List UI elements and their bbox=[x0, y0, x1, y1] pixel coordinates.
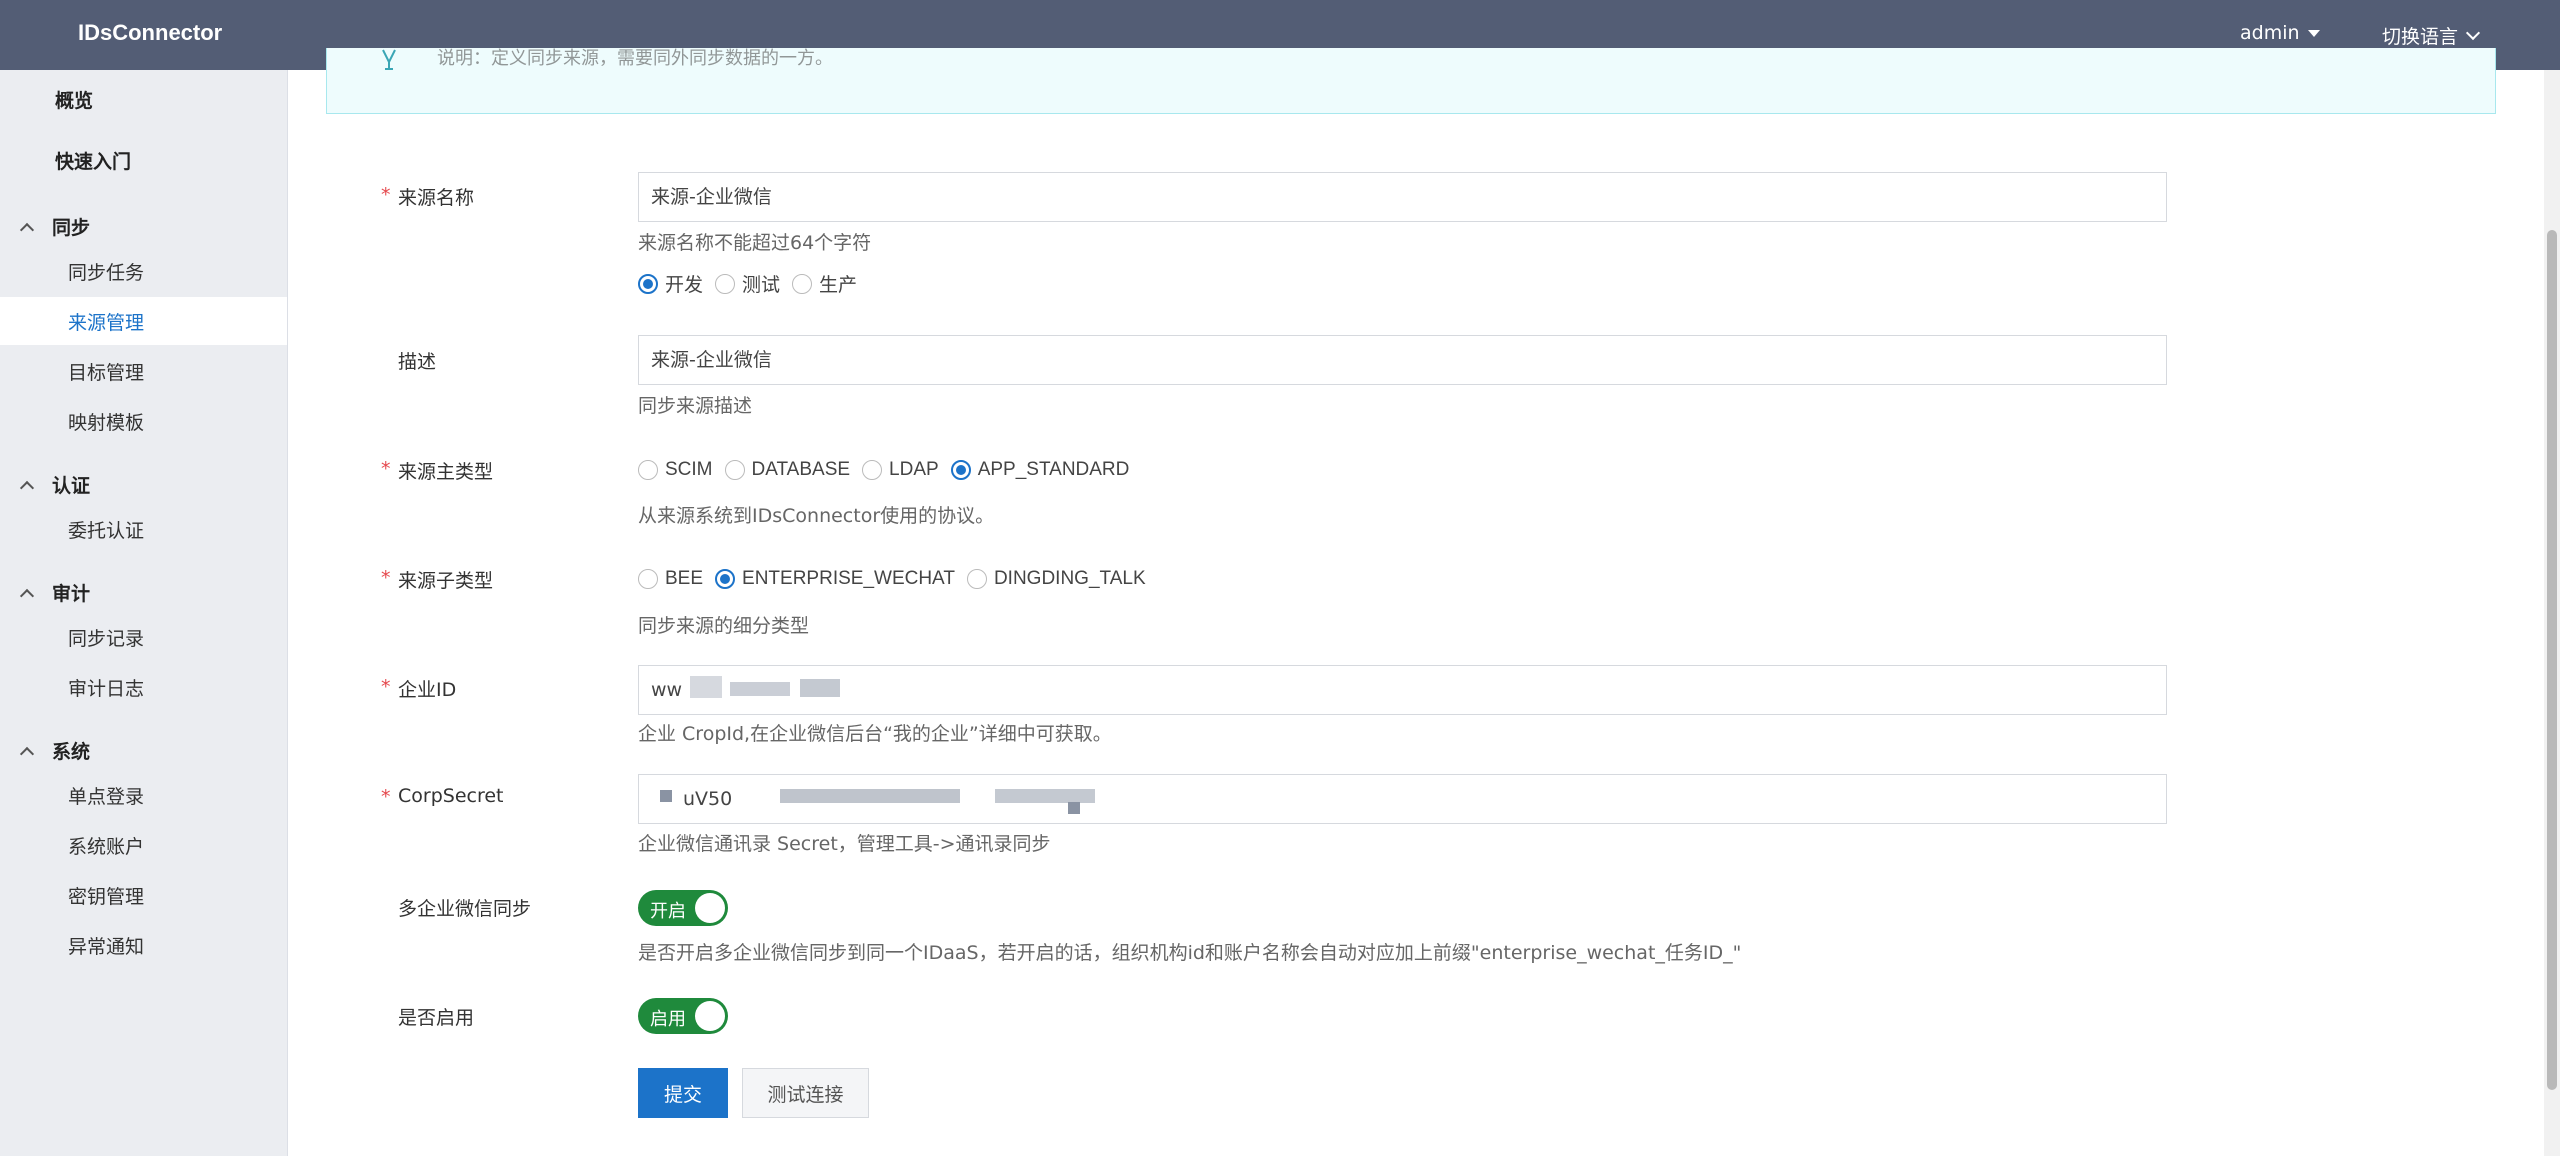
nav-group-label: 系统 bbox=[52, 741, 91, 763]
toggle-knob bbox=[695, 893, 725, 923]
description-input[interactable]: 来源-企业微信 bbox=[638, 335, 2167, 385]
chevron-up-icon bbox=[19, 588, 35, 603]
radio-icon bbox=[638, 460, 658, 480]
chevron-up-icon bbox=[19, 746, 35, 761]
required-marker: * bbox=[381, 567, 391, 589]
nav-overview[interactable]: 概览 bbox=[55, 86, 93, 113]
scrollbar-thumb[interactable] bbox=[2547, 230, 2557, 1090]
main-type-label: 来源主类型 bbox=[398, 461, 494, 483]
corp-id-input[interactable]: ww bbox=[638, 665, 2167, 715]
main-type-ldap[interactable]: LDAP bbox=[862, 459, 939, 481]
nav-item-system-accounts[interactable]: 系统账户 bbox=[68, 832, 144, 859]
redaction-mask bbox=[1068, 802, 1080, 814]
sub-type-radio-group: BEE ENTERPRISE_WECHAT DINGDING_TALK bbox=[638, 568, 1158, 590]
nav-item-mapping-templates[interactable]: 映射模板 bbox=[68, 408, 144, 435]
language-label: 切换语言 bbox=[2382, 26, 2459, 48]
radio-icon bbox=[715, 273, 736, 294]
nav-item-sso[interactable]: 单点登录 bbox=[68, 782, 144, 809]
chevron-down-icon bbox=[2465, 25, 2481, 41]
main-type-database[interactable]: DATABASE bbox=[724, 459, 850, 481]
multi-wechat-toggle[interactable]: 开启 bbox=[638, 890, 728, 926]
redaction-mask bbox=[660, 790, 672, 802]
nav-item-audit-log[interactable]: 审计日志 bbox=[68, 674, 144, 701]
nav-item-delegated-auth[interactable]: 委托认证 bbox=[68, 516, 144, 543]
required-marker: * bbox=[381, 184, 391, 206]
required-marker: * bbox=[381, 786, 391, 808]
lightbulb-icon bbox=[382, 49, 396, 70]
nav-group-audit[interactable]: 审计 bbox=[19, 579, 91, 606]
test-connection-button[interactable]: 测试连接 bbox=[742, 1068, 869, 1118]
toggle-state: 开启 bbox=[650, 901, 686, 922]
info-alert: 说明：定义同步来源，需要同外同步数据的一方。 bbox=[326, 48, 2496, 114]
nav-group-sync[interactable]: 同步 bbox=[19, 213, 91, 240]
sub-type-label: 来源子类型 bbox=[398, 570, 494, 592]
user-menu[interactable]: admin bbox=[2240, 22, 2320, 44]
language-switcher[interactable]: 切换语言 bbox=[2382, 22, 2481, 49]
nav-item-sync-tasks[interactable]: 同步任务 bbox=[68, 258, 144, 285]
user-name: admin bbox=[2240, 22, 2300, 44]
main-type-app-standard[interactable]: APP_STANDARD bbox=[950, 459, 1129, 481]
radio-icon bbox=[724, 460, 745, 480]
env-option-prod[interactable]: 生产 bbox=[792, 270, 857, 297]
source-name-input[interactable]: 来源-企业微信 bbox=[638, 172, 2167, 222]
nav-item-sync-records[interactable]: 同步记录 bbox=[68, 624, 144, 651]
sub-type-enterprise-wechat[interactable]: ENTERPRISE_WECHAT bbox=[715, 568, 955, 590]
alert-text: 说明：定义同步来源，需要同外同步数据的一方。 bbox=[437, 48, 833, 69]
radio-icon bbox=[638, 569, 658, 589]
redaction-mask bbox=[995, 789, 1095, 803]
redaction-mask bbox=[780, 789, 960, 803]
corp-id-hint: 企业 CropId,在企业微信后台“我的企业”详细中可获取。 bbox=[638, 723, 1112, 745]
nav-group-label: 审计 bbox=[52, 583, 91, 605]
nav-group-label: 认证 bbox=[52, 475, 91, 497]
sidebar: 概览 快速入门 同步 同步任务 来源管理 目标管理 映射模板 认证 委托认证 审… bbox=[0, 70, 288, 1156]
multi-wechat-hint: 是否开启多企业微信同步到同一个IDaaS，若开启的话，组织机构id和账户名称会自… bbox=[638, 942, 1742, 964]
main-type-hint: 从来源系统到IDsConnector使用的协议。 bbox=[638, 505, 995, 527]
toggle-state: 启用 bbox=[650, 1009, 686, 1030]
caret-down-icon bbox=[2307, 29, 2320, 37]
source-name-hint: 来源名称不能超过64个字符 bbox=[638, 232, 872, 254]
redaction-mask bbox=[800, 679, 840, 697]
sub-type-bee[interactable]: BEE bbox=[638, 568, 703, 590]
chevron-up-icon bbox=[19, 480, 35, 495]
nav-group-auth[interactable]: 认证 bbox=[19, 471, 91, 498]
submit-button[interactable]: 提交 bbox=[638, 1068, 728, 1118]
source-name-label: 来源名称 bbox=[398, 187, 475, 209]
main-type-radio-group: SCIM DATABASE LDAP APP_STANDARD bbox=[638, 459, 1141, 481]
toggle-knob bbox=[695, 1001, 725, 1031]
app-title[interactable]: IDsConnector bbox=[78, 20, 222, 46]
nav-quickstart[interactable]: 快速入门 bbox=[55, 147, 131, 174]
nav-item-alerts[interactable]: 异常通知 bbox=[68, 932, 144, 959]
redaction-mask bbox=[690, 676, 722, 698]
corp-secret-hint: 企业微信通讯录 Secret，管理工具->通讯录同步 bbox=[638, 833, 1051, 855]
nav-item-key-management[interactable]: 密钥管理 bbox=[68, 882, 144, 909]
sub-type-dingding-talk[interactable]: DINGDING_TALK bbox=[966, 568, 1146, 590]
description-label: 描述 bbox=[398, 351, 437, 373]
radio-checked-icon bbox=[638, 273, 658, 294]
env-radio-group: 开发 测试 生产 bbox=[638, 270, 869, 297]
enabled-toggle[interactable]: 启用 bbox=[638, 998, 728, 1034]
description-hint: 同步来源描述 bbox=[638, 395, 753, 417]
nav-item-source-management[interactable]: 来源管理 bbox=[68, 308, 144, 335]
corp-id-label: 企业ID bbox=[398, 679, 457, 701]
radio-checked-icon bbox=[950, 460, 971, 480]
nav-item-target-management[interactable]: 目标管理 bbox=[68, 358, 144, 385]
multi-wechat-label: 多企业微信同步 bbox=[398, 898, 532, 920]
radio-icon bbox=[792, 273, 813, 294]
radio-icon bbox=[862, 460, 883, 480]
corp-secret-label: CorpSecret bbox=[398, 785, 504, 807]
env-option-dev[interactable]: 开发 bbox=[638, 270, 703, 297]
redaction-mask bbox=[730, 682, 790, 696]
nav-group-system[interactable]: 系统 bbox=[19, 737, 91, 764]
radio-icon bbox=[966, 569, 987, 589]
chevron-up-icon bbox=[19, 222, 35, 237]
required-marker: * bbox=[381, 458, 391, 480]
radio-checked-icon bbox=[715, 569, 736, 589]
main-type-scim[interactable]: SCIM bbox=[638, 459, 713, 481]
sub-type-hint: 同步来源的细分类型 bbox=[638, 615, 810, 637]
env-option-test[interactable]: 测试 bbox=[715, 270, 780, 297]
required-marker: * bbox=[381, 676, 391, 698]
enabled-label: 是否启用 bbox=[398, 1007, 475, 1029]
nav-group-label: 同步 bbox=[52, 217, 91, 239]
